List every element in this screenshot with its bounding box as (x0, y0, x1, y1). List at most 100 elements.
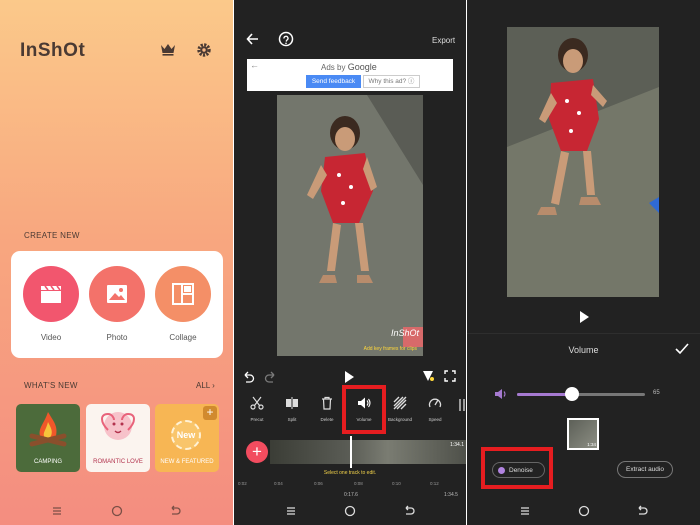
split-icon (286, 397, 298, 409)
ads-by-label: Ads by Google (321, 62, 377, 72)
home-icon[interactable] (577, 504, 591, 518)
tile-camping[interactable]: CAMPING (16, 404, 80, 472)
whats-new-heading: WHAT'S NEW (24, 381, 78, 390)
system-navbar (467, 498, 700, 525)
ruler-tick: 0:08 (354, 481, 363, 486)
clip-track[interactable]: 1:34.1 (270, 440, 466, 464)
volume-slider-fill (517, 393, 573, 396)
speed-icon (428, 398, 442, 408)
crown-icon[interactable] (160, 42, 176, 56)
tool-delete[interactable]: Delete (309, 396, 345, 422)
back-icon[interactable] (635, 504, 649, 518)
tile-romantic-label: ROMANTIC LOVE (93, 459, 143, 465)
photo-button[interactable] (89, 266, 145, 322)
app-logo: InShOt (20, 40, 86, 61)
zoom-icon[interactable] (278, 31, 294, 47)
send-feedback-button[interactable]: Send feedback (306, 75, 361, 88)
ruler-tick: 0:02 (238, 481, 247, 486)
home-icon[interactable] (343, 504, 357, 518)
tool-background[interactable]: Background (382, 396, 418, 422)
system-navbar (0, 498, 233, 525)
tool-split-label: Split (287, 417, 297, 422)
tool-more-icon[interactable] (457, 398, 466, 412)
volume-slider-handle[interactable] (565, 387, 580, 401)
clip-thumbnail-duration: 1:34 (587, 442, 596, 447)
video-button[interactable] (23, 266, 79, 322)
redo-icon[interactable] (264, 370, 277, 383)
inshot-watermark[interactable]: InShOt (391, 328, 419, 338)
tool-precut[interactable]: Precut (239, 396, 275, 422)
tool-delete-label: Delete (320, 417, 334, 422)
divider (467, 333, 700, 334)
tile-new-featured[interactable]: New + NEW & FEATURED (155, 404, 219, 472)
keyframe-hint: Add key frames for clips (363, 346, 417, 352)
collage-icon (172, 283, 194, 305)
ad-back-icon[interactable]: ← (250, 60, 259, 70)
tool-speed[interactable]: Speed (417, 396, 453, 422)
clapperboard-icon (41, 285, 61, 303)
recent-apps-icon[interactable] (50, 504, 64, 518)
video-preview[interactable]: InShOt Add key frames for clips (277, 95, 423, 356)
why-this-ad-button[interactable]: Why this ad? ⓘ (363, 75, 420, 88)
ad-banner: ← Ads by Google Send feedback Why this a… (247, 59, 453, 91)
tile-romantic-love[interactable]: ROMANTIC LOVE (86, 404, 150, 472)
video-label: Video (40, 333, 62, 342)
time-ruler: 0:02 0:04 0:06 0:08 0:10 0:12 (234, 481, 466, 491)
why-this-ad-text: Why this ad? (368, 78, 407, 85)
play-icon[interactable] (344, 371, 354, 383)
collage-label: Collage (169, 333, 197, 342)
ruler-tick: 0:06 (314, 481, 323, 486)
trash-icon (322, 396, 332, 410)
volume-screen: Volume 65 1:34 Denoise Extract audio (467, 0, 700, 525)
tool-split[interactable]: Split (274, 396, 310, 422)
back-icon[interactable] (402, 504, 416, 518)
all-link-label: ALL (196, 381, 210, 390)
clip-duration: 1:34.1 (450, 442, 464, 448)
gear-icon[interactable] (196, 42, 212, 58)
create-new-heading: CREATE NEW (24, 231, 80, 240)
background-icon (393, 396, 407, 410)
keyframe-icon[interactable] (422, 370, 434, 382)
timeline[interactable]: 1:34.1 + (234, 436, 466, 468)
volume-highlight-box (342, 385, 386, 434)
playhead[interactable] (350, 436, 352, 468)
create-new-card: Video Photo Collage (11, 251, 223, 358)
new-badge-text: New (176, 430, 196, 440)
video-preview[interactable] (507, 27, 659, 297)
editor-screen: Export ← Ads by Google Send feedback Why… (234, 0, 466, 525)
image-icon (107, 285, 127, 303)
volume-slider[interactable] (517, 387, 645, 401)
all-link[interactable]: ALL › (196, 381, 215, 390)
volume-value: 65 (653, 390, 660, 396)
tool-speed-label: Speed (428, 417, 442, 422)
extract-audio-button[interactable]: Extract audio (617, 461, 673, 478)
photo-label: Photo (106, 333, 128, 342)
cupid-icon (101, 412, 135, 440)
fullscreen-icon[interactable] (444, 370, 456, 382)
collage-button[interactable] (155, 266, 211, 322)
system-navbar (234, 498, 466, 525)
back-icon[interactable] (168, 504, 182, 518)
export-button[interactable]: Export (432, 36, 455, 45)
plus-icon[interactable]: + (203, 406, 217, 420)
ruler-tick: 0:12 (430, 481, 439, 486)
tile-camping-label: CAMPING (33, 459, 62, 465)
undo-icon[interactable] (242, 370, 255, 383)
video-frame-image (507, 27, 659, 297)
recent-apps-icon[interactable] (284, 504, 298, 518)
arrow-back-icon[interactable] (246, 32, 260, 46)
ruler-tick: 0:04 (274, 481, 283, 486)
new-badge: New (171, 420, 201, 450)
campfire-icon (29, 412, 67, 447)
speaker-icon (495, 389, 506, 399)
recent-apps-icon[interactable] (518, 504, 532, 518)
add-clip-button[interactable]: + (246, 441, 268, 463)
video-frame-image (277, 95, 423, 356)
volume-title: Volume (568, 345, 599, 355)
home-screen: InShOt CREATE NEW Video Photo Collage WH… (0, 0, 233, 525)
clip-thumbnail[interactable]: 1:34 (567, 418, 599, 450)
play-icon[interactable] (579, 311, 589, 323)
denoise-highlight-box (481, 447, 553, 489)
check-icon[interactable] (675, 343, 689, 355)
home-icon[interactable] (110, 504, 124, 518)
